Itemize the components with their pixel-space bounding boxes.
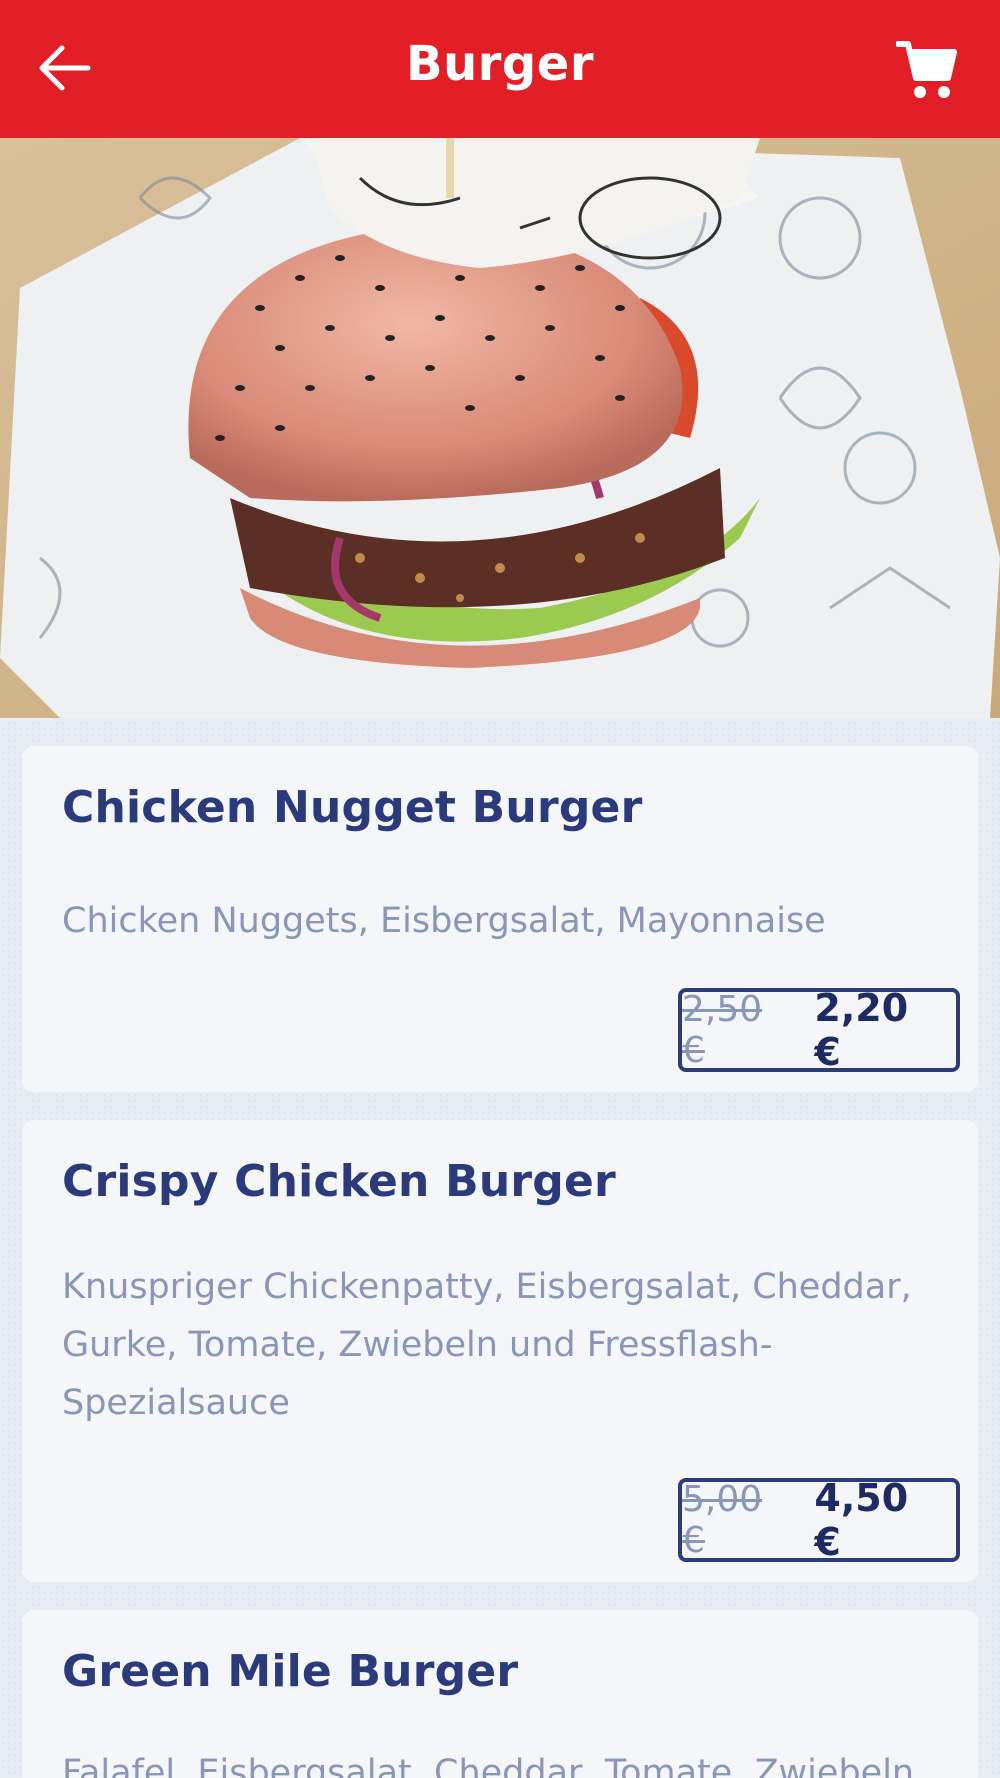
shopping-cart-icon	[895, 41, 957, 98]
hero-image	[0, 138, 1000, 718]
app-root: Burger Chicken Nugget Burger Chicken Nug…	[0, 0, 1000, 1778]
price-button[interactable]: 5,00 € 4,50 €	[678, 1476, 960, 1564]
product-description: Chicken Nuggets, Eisbergsalat, Mayonnais…	[62, 901, 826, 941]
burger-photo	[0, 138, 1000, 718]
cart-button[interactable]	[895, 38, 958, 100]
original-price: 5,00 €	[682, 1479, 763, 1561]
product-description: Falafel, Eisbergsalat, Cheddar, Tomate, …	[62, 1753, 915, 1778]
product-card[interactable]: Green Mile Burger Falafel, Eisbergsalat,…	[22, 1610, 978, 1778]
product-card[interactable]: Crispy Chicken Burger Knuspriger Chicken…	[22, 1120, 978, 1582]
original-price: 2,50 €	[682, 989, 763, 1071]
product-description: Knuspriger Chickenpatty, Eisbergsalat, C…	[62, 1258, 922, 1432]
page-title: Burger	[405, 36, 594, 92]
product-name: Chicken Nugget Burger	[62, 782, 643, 833]
product-name: Crispy Chicken Burger	[62, 1156, 616, 1207]
top-app-bar: Burger	[0, 0, 1000, 138]
product-card[interactable]: Chicken Nugget Burger Chicken Nuggets, E…	[22, 746, 978, 1092]
price-button[interactable]: 2,50 € 2,20 €	[678, 986, 960, 1074]
discount-price: 2,20 €	[814, 986, 909, 1074]
product-name: Green Mile Burger	[62, 1646, 519, 1697]
discount-price: 4,50 €	[814, 1476, 909, 1564]
description-line: Knuspriger Chickenpatty, Eisbergsalat, C…	[62, 1267, 912, 1307]
description-line: Gurke, Tomate, Zwiebeln und Fressflash-	[62, 1325, 773, 1365]
description-line: Spezialsauce	[62, 1383, 290, 1423]
